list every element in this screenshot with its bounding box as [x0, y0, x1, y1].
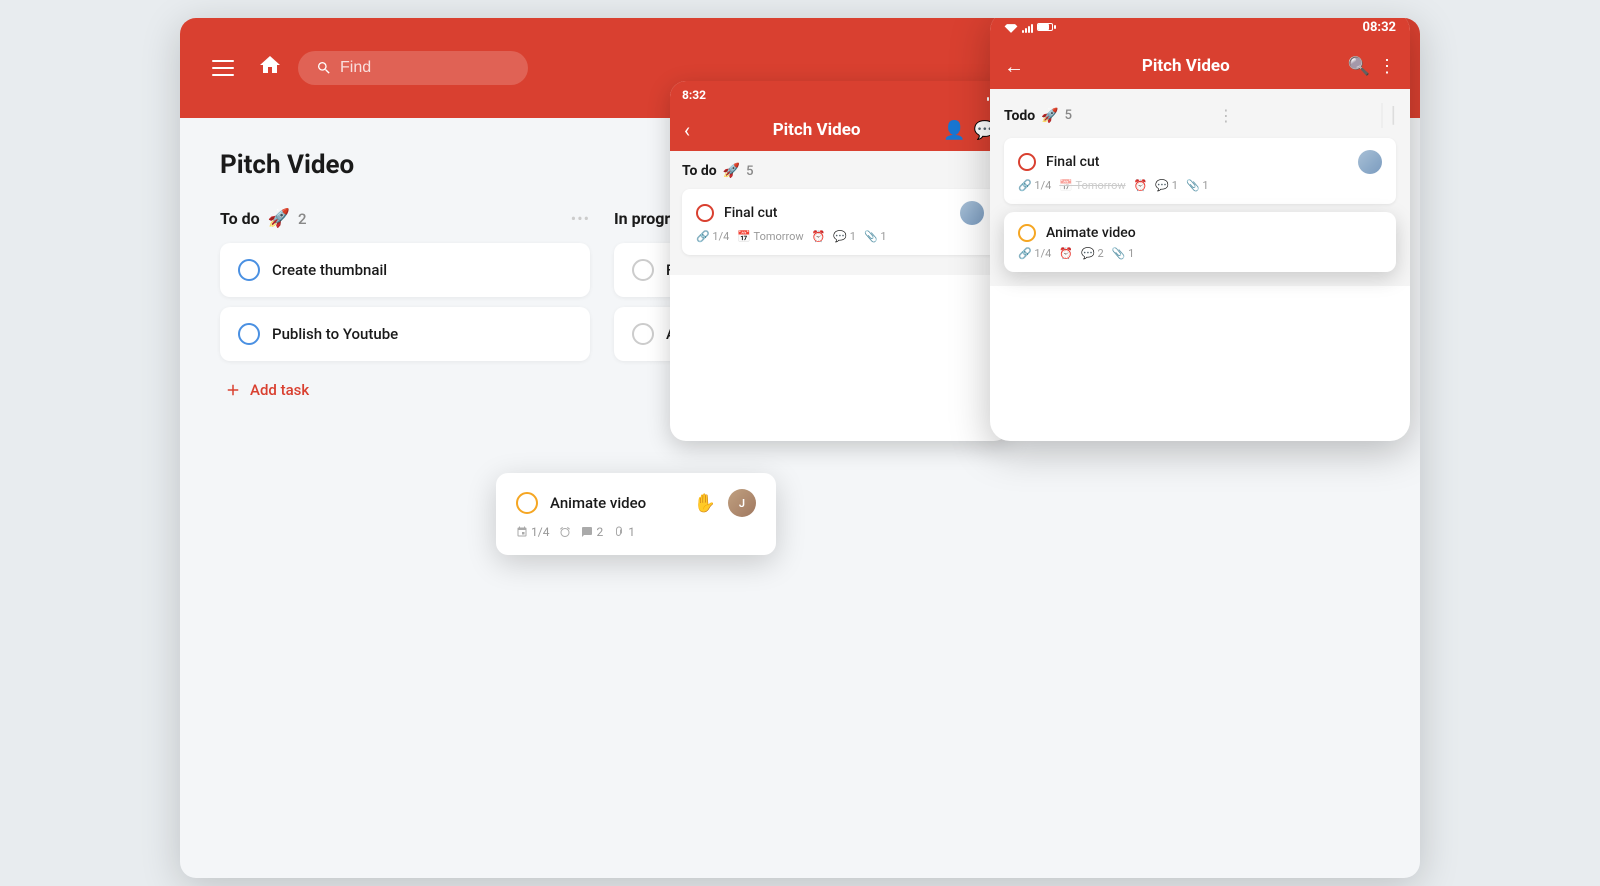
front-section-divider: | [1381, 103, 1396, 128]
float-subtask-count: 1/4 [531, 525, 549, 539]
back-due: 📅 Tomorrow [737, 230, 803, 243]
back-section-title: To do [682, 163, 717, 179]
add-task-button[interactable]: Add task [220, 371, 590, 409]
column-header-todo: To do 🚀 2 ••• [220, 208, 590, 229]
back-task-circle [696, 204, 714, 222]
float-comments: 2 [581, 525, 603, 539]
task-card-publish-youtube[interactable]: Publish to Youtube [220, 307, 590, 361]
front-float-subtask: 🔗 1/4 [1018, 247, 1051, 260]
front-float-attach: 📎 1 [1112, 247, 1135, 260]
front-alarm: ⏰ [1134, 179, 1148, 192]
home-icon[interactable] [258, 53, 282, 83]
main-content: Pitch Video 3 ••• [180, 118, 1420, 441]
add-task-label: Add task [250, 381, 309, 399]
front-section-title: Todo [1004, 108, 1035, 124]
back-attach: 📎 1 [864, 230, 887, 243]
search-input[interactable] [340, 59, 490, 77]
front-float-meta: 🔗 1/4 ⏰ 💬 2 📎 1 [1018, 247, 1382, 260]
back-section-count: 5 [746, 164, 753, 179]
back-phone-time: 8:32 [682, 88, 706, 102]
floating-card-circle [516, 492, 538, 514]
back-task-avatar [960, 201, 984, 225]
column-more-todo[interactable]: ••• [571, 209, 590, 228]
front-float-circle [1018, 224, 1036, 242]
menu-icon[interactable] [212, 60, 234, 76]
back-task-title: Final cut [724, 205, 950, 221]
front-task-final-cut[interactable]: Final cut 🔗 1/4 📅 Tomorrow ⏰ 💬 1 📎 1 [1004, 138, 1396, 204]
front-comments: 💬 1 [1155, 179, 1178, 192]
front-section-emoji: 🚀 [1041, 108, 1058, 124]
front-phone-search-icon[interactable]: 🔍 [1348, 56, 1370, 77]
column-todo: To do 🚀 2 ••• Create thumbnail Publish t… [220, 208, 590, 409]
front-signal-icon [1022, 21, 1033, 33]
task-circle-blue-2 [238, 323, 260, 345]
front-float-title: Animate video [1046, 225, 1382, 241]
floating-card-title: Animate video [550, 494, 682, 512]
task-card-create-thumbnail[interactable]: Create thumbnail [220, 243, 590, 297]
front-phone-more-icon[interactable]: ⋮ [1378, 56, 1396, 77]
mobile-front-device: 08:32 ← Pitch Video 🔍 ⋮ Todo [990, 18, 1410, 441]
front-task-title: Final cut [1046, 154, 1348, 170]
front-attach: 📎 1 [1186, 179, 1209, 192]
back-subtask: 🔗 1/4 [696, 230, 729, 243]
back-task-meta: 🔗 1/4 📅 Tomorrow ⏰ 💬 1 📎 1 [696, 230, 984, 243]
task-title-create-thumbnail: Create thumbnail [272, 261, 572, 279]
back-phone-title: Pitch Video [700, 120, 933, 140]
front-floating-card[interactable]: Animate video 🔗 1/4 ⏰ 💬 2 📎 1 [1004, 212, 1396, 272]
task-circle-blue [238, 259, 260, 281]
float-attach-count: 1 [628, 525, 635, 539]
front-section-count: 5 [1065, 108, 1072, 123]
float-alarm [559, 526, 571, 538]
task-circle-empty-2 [632, 323, 654, 345]
floating-card-avatar: J [728, 489, 756, 517]
back-comments: 💬 1 [833, 230, 856, 243]
back-phone-back-arrow[interactable]: ‹ [684, 118, 690, 142]
back-section-emoji: 🚀 [723, 163, 740, 179]
back-task-final-cut[interactable]: Final cut 🔗 1/4 📅 Tomorrow ⏰ 💬 1 📎 1 [682, 189, 998, 255]
search-bar[interactable] [298, 51, 528, 85]
front-phone-back-arrow[interactable]: ← [1004, 54, 1024, 79]
page-title: Pitch Video [220, 150, 354, 180]
column-title-todo: To do [220, 209, 260, 228]
float-attach: 1 [613, 525, 635, 539]
front-battery-icon [1037, 23, 1053, 31]
task-circle-empty [632, 259, 654, 281]
float-comments-count: 2 [596, 525, 603, 539]
column-count-todo: 2 [298, 210, 307, 228]
front-float-comments: 💬 2 [1081, 247, 1104, 260]
front-phone-time: 08:32 [1363, 20, 1397, 35]
floating-card-meta: 1/4 2 1 [516, 525, 756, 539]
front-phone-title: Pitch Video [1034, 56, 1338, 76]
front-task-avatar [1358, 150, 1382, 174]
back-alarm: ⏰ [812, 230, 826, 243]
front-subtask: 🔗 1/4 [1018, 179, 1051, 192]
float-subtask: 1/4 [516, 525, 549, 539]
front-task-circle [1018, 153, 1036, 171]
task-title-publish-youtube: Publish to Youtube [272, 325, 572, 343]
floating-drag-card[interactable]: Animate video ✋ J 1/4 2 1 [496, 473, 776, 555]
mobile-back-device: 8:32 ‹ Pitch Video 👤 [670, 81, 1010, 441]
back-phone-user-icon[interactable]: 👤 [943, 120, 965, 141]
front-section-more[interactable]: ⋮ [1218, 106, 1235, 125]
app-container: 3/4 Pitch Video [180, 18, 1420, 878]
column-emoji-todo: 🚀 [268, 208, 290, 229]
front-task-meta: 🔗 1/4 📅 Tomorrow ⏰ 💬 1 📎 1 [1018, 179, 1382, 192]
front-float-alarm: ⏰ [1059, 247, 1073, 260]
drag-handle-icon: ✋ [694, 493, 716, 514]
front-due: 📅 Tomorrow [1059, 179, 1125, 192]
